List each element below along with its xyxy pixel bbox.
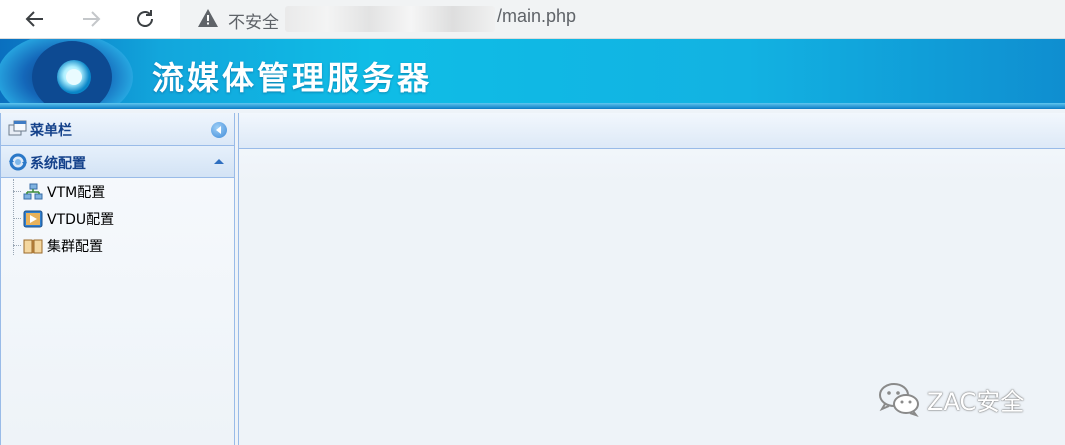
chevron-left-icon [216, 126, 221, 134]
tree-item-label: VTM配置 [47, 185, 106, 201]
tree-item-label: 集群配置 [47, 239, 103, 255]
browser-toolbar: 不安全 /main.php [0, 0, 1065, 39]
forward-button[interactable] [76, 4, 106, 34]
tree-branch [13, 191, 21, 193]
tree-item-label: VTDU配置 [47, 212, 115, 228]
content-tab-strip [239, 113, 1065, 149]
back-button[interactable] [20, 4, 50, 34]
system-config-section[interactable]: 系统配置 [1, 146, 234, 178]
caret-up-icon[interactable] [214, 159, 224, 164]
tree-item-vtdu[interactable]: VTDU配置 [13, 206, 228, 232]
app-title: 流媒体管理服务器 [152, 59, 433, 97]
watermark-text: ZAC安全 [927, 387, 1025, 416]
warning-triangle-icon[interactable] [197, 7, 219, 29]
system-config-label: 系统配置 [30, 156, 86, 172]
menu-panel-header: 菜单栏 [1, 113, 234, 146]
app-banner: 流媒体管理服务器 [0, 39, 1065, 109]
menu-panel: 菜单栏 系统配置 VTM配置 VTDU配置 集群配置 [0, 113, 235, 445]
security-label[interactable]: 不安全 [228, 8, 279, 33]
network-icon [23, 183, 43, 200]
reload-button[interactable] [130, 4, 160, 34]
settings-sync-icon [9, 153, 27, 171]
video-icon [23, 210, 43, 228]
book-icon [23, 239, 43, 254]
reload-icon [137, 10, 153, 27]
url-path[interactable]: /main.php [497, 6, 576, 27]
windows-icon [8, 120, 27, 136]
wechat-icon [879, 383, 919, 417]
tree-item-cluster[interactable]: 集群配置 [13, 233, 228, 259]
tree-branch [13, 218, 21, 220]
arrow-left-icon [25, 11, 43, 27]
menu-panel-title: 菜单栏 [30, 123, 72, 139]
redacted-host [285, 6, 495, 32]
collapse-panel-button[interactable] [211, 122, 227, 138]
eye-logo-icon [0, 39, 133, 109]
watermark: ZAC安全 [877, 380, 1024, 418]
tree-branch [13, 245, 21, 247]
tree-item-vtm[interactable]: VTM配置 [13, 179, 228, 205]
arrow-right-icon [83, 11, 101, 27]
